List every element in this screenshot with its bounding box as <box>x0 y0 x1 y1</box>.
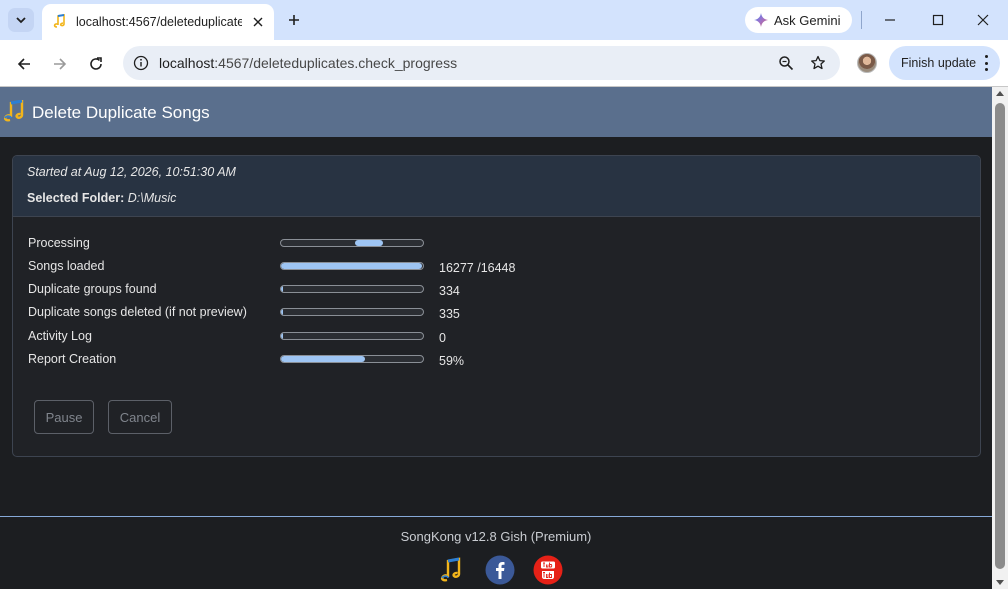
progress-row-report-creation: Report Creation 59% <box>28 350 928 368</box>
browser-toolbar: localhost:4567/deleteduplicates.check_pr… <box>0 40 1008 87</box>
maximize-button[interactable] <box>926 8 950 32</box>
progress-value: 0 <box>439 331 446 345</box>
app-header: Delete Duplicate Songs <box>0 87 992 137</box>
songkong-favicon-icon <box>53 14 65 28</box>
zoom-icon <box>779 56 794 71</box>
progress-label: Activity Log <box>28 329 92 343</box>
arrow-left-icon <box>17 58 30 70</box>
progress-bar <box>280 332 424 340</box>
address-bar[interactable]: localhost:4567/deleteduplicates.check_pr… <box>123 46 840 80</box>
chevron-down-icon <box>16 17 26 24</box>
reload-button[interactable] <box>83 51 109 77</box>
scroll-up-arrow-icon[interactable] <box>996 91 1004 96</box>
url-path: :4567/deleteduplicates.check_progress <box>214 55 458 71</box>
progress-fill <box>281 263 422 269</box>
progress-row-processing: Processing <box>28 234 928 252</box>
maximize-icon <box>932 14 944 26</box>
url-host: localhost <box>159 55 215 71</box>
progress-bar <box>280 239 424 247</box>
selected-folder-value: D:\Music <box>127 191 177 205</box>
browser-tabstrip: localhost:4567/deleteduplicates.check_pr… <box>0 0 1008 40</box>
window-close-button[interactable] <box>971 8 995 32</box>
progress-bar <box>280 285 424 293</box>
progress-fill <box>281 356 365 362</box>
site-info-button[interactable] <box>131 53 151 73</box>
progress-label: Duplicate songs deleted (if not preview) <box>28 305 247 319</box>
tab-search-button[interactable] <box>8 8 34 32</box>
kebab-menu-icon <box>984 55 988 71</box>
reload-icon <box>90 57 102 70</box>
close-icon <box>977 14 989 26</box>
progress-bar <box>280 308 424 316</box>
new-tab-button[interactable] <box>282 8 306 32</box>
progress-card-header: Started at Aug 12, 2026, 10:51:30 AM Sel… <box>13 156 980 217</box>
progress-label: Songs loaded <box>28 259 105 273</box>
plus-icon <box>289 15 299 25</box>
progress-bar <box>280 262 424 270</box>
profile-avatar[interactable] <box>857 53 877 73</box>
progress-fill <box>281 309 283 315</box>
progress-fill <box>281 333 283 339</box>
zoom-button[interactable] <box>776 53 796 73</box>
progress-label: Report Creation <box>28 352 117 366</box>
scrollbar-thumb[interactable] <box>995 103 1005 569</box>
version-text: SongKong v12.8 Gish (Premium) <box>400 529 592 544</box>
page-viewport: Delete Duplicate Songs Started at Aug 12… <box>0 87 992 589</box>
progress-value: 16277 /16448 <box>439 261 516 275</box>
bookmark-button[interactable] <box>808 53 828 73</box>
social-links <box>437 555 567 585</box>
page-footer: SongKong v12.8 Gish (Premium) <box>0 516 992 589</box>
tabstrip-divider <box>861 11 862 29</box>
ask-gemini-button[interactable]: Ask Gemini <box>745 7 852 33</box>
progress-indeterminate-fill <box>355 240 383 246</box>
tab-close-button[interactable] <box>250 14 266 30</box>
finish-update-button[interactable]: Finish update <box>889 46 1000 80</box>
progress-value: 59% <box>439 354 465 368</box>
cancel-button[interactable]: Cancel <box>108 400 172 434</box>
progress-fill <box>281 286 283 292</box>
star-icon <box>811 55 825 70</box>
arrow-right-icon <box>54 58 67 70</box>
forward-button[interactable] <box>47 51 73 77</box>
youtube-icon[interactable] <box>533 555 563 585</box>
selected-folder-row: Selected Folder: D:\Music <box>27 191 176 205</box>
facebook-icon[interactable] <box>485 555 515 585</box>
browser-tab[interactable]: localhost:4567/deleteduplicates.check_pr… <box>42 4 274 40</box>
page-title: Delete Duplicate Songs <box>32 103 210 122</box>
progress-label: Duplicate groups found <box>28 282 157 296</box>
progress-bar <box>280 355 424 363</box>
info-icon <box>133 55 149 71</box>
pause-button[interactable]: Pause <box>34 400 94 434</box>
gemini-sparkle-icon <box>754 13 768 27</box>
ask-gemini-label: Ask Gemini <box>774 12 841 28</box>
progress-value: 335 <box>439 307 460 321</box>
songkong-link-icon[interactable] <box>437 555 467 585</box>
url-text[interactable]: localhost:4567/deleteduplicates.check_pr… <box>159 55 457 71</box>
progress-row-activity-log: Activity Log 0 <box>28 327 928 345</box>
songkong-logo-icon <box>4 100 24 122</box>
finish-update-label: Finish update <box>901 56 977 70</box>
minimize-button[interactable] <box>878 8 902 32</box>
tab-title: localhost:4567/deleteduplicates.check_pr… <box>76 15 242 29</box>
scroll-down-arrow-icon[interactable] <box>996 580 1004 585</box>
progress-row-songs-loaded: Songs loaded 16277 /16448 <box>28 257 928 275</box>
progress-row-duplicate-groups: Duplicate groups found 334 <box>28 280 928 298</box>
page-scrollbar[interactable] <box>992 87 1008 589</box>
started-at-text: Started at Aug 12, 2026, 10:51:30 AM <box>27 165 236 179</box>
progress-card: Started at Aug 12, 2026, 10:51:30 AM Sel… <box>12 155 981 457</box>
back-button[interactable] <box>11 51 37 77</box>
minimize-icon <box>885 19 895 21</box>
close-icon <box>253 17 263 27</box>
progress-row-duplicate-songs-deleted: Duplicate songs deleted (if not preview)… <box>28 303 928 321</box>
selected-folder-label: Selected Folder: <box>27 191 125 205</box>
progress-value: 334 <box>439 284 460 298</box>
progress-label: Processing <box>28 236 90 250</box>
